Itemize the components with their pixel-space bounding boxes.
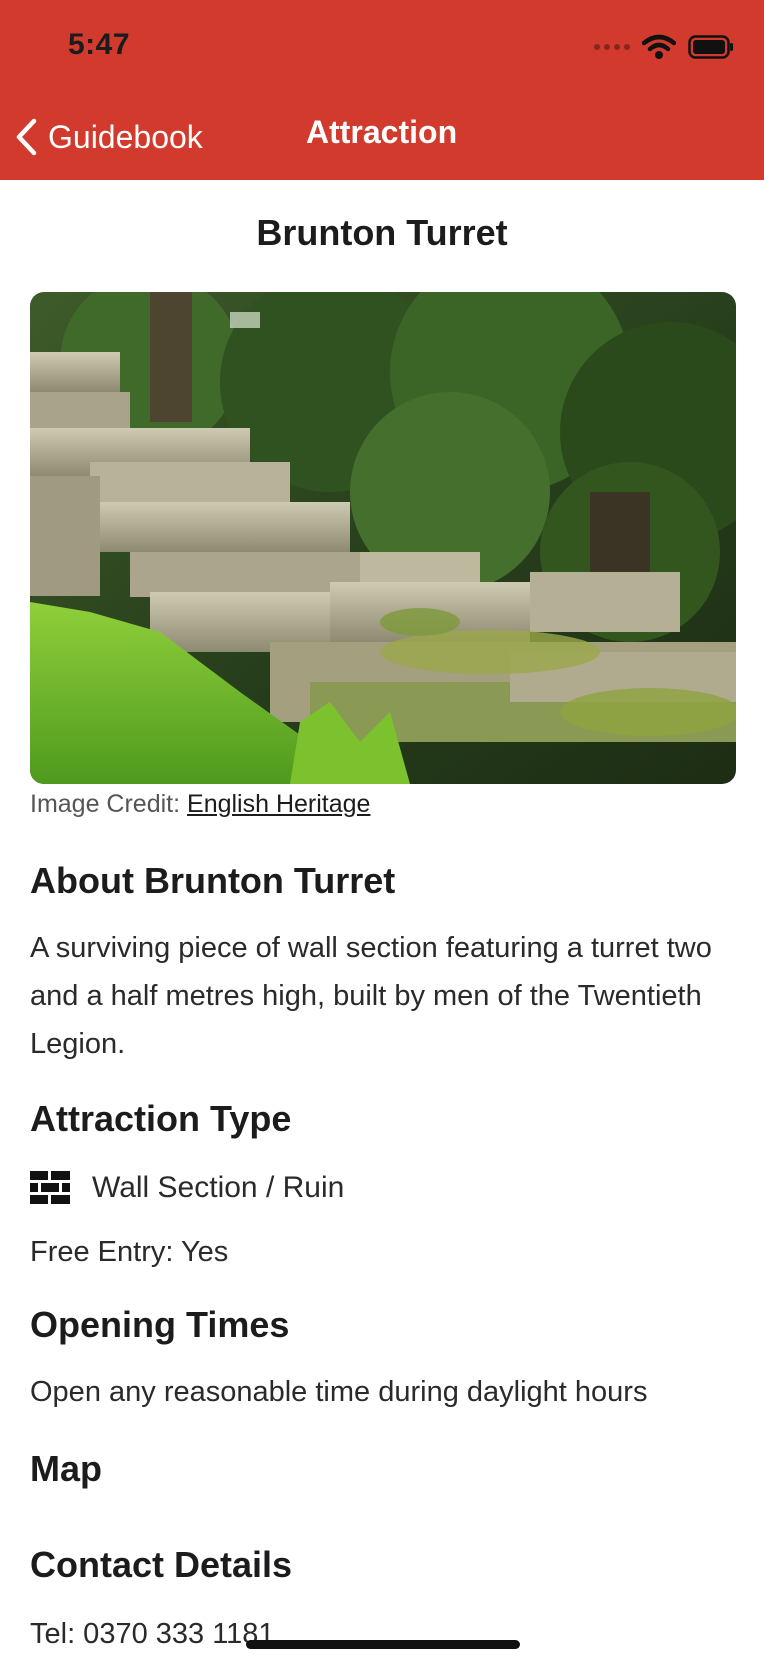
attraction-photo — [30, 292, 736, 784]
home-indicator — [246, 1640, 520, 1649]
image-credit-link[interactable]: English Heritage — [187, 790, 370, 818]
contact-phone[interactable]: Tel: 0370 333 1181 — [30, 1610, 734, 1658]
status-icons — [594, 34, 734, 60]
about-text: A surviving piece of wall section featur… — [30, 932, 712, 1060]
battery-icon — [688, 35, 733, 59]
page-title: Brunton Turret — [256, 212, 508, 253]
attraction-type-heading: Attraction Type — [30, 1098, 292, 1139]
opening-times-text: Open any reasonable time during daylight… — [30, 1376, 648, 1408]
ruin-photo-illustration — [30, 292, 736, 784]
signal-icon — [594, 44, 630, 50]
contact-heading: Contact Details — [30, 1544, 293, 1585]
back-button-label: Guidebook — [48, 118, 203, 155]
image-credit: Image Credit: English Heritage — [30, 790, 370, 819]
nav-title: Attraction — [306, 114, 458, 150]
image-credit-label: Image Credit: — [30, 790, 181, 818]
chevron-left-icon — [16, 118, 37, 156]
map-heading: Map — [30, 1448, 102, 1489]
opening-times-heading: Opening Times — [30, 1304, 290, 1345]
about-heading: About Brunton Turret — [30, 860, 396, 901]
brick-wall-icon — [30, 1171, 70, 1204]
app-header: 5:47 Guidebook Attraction — [0, 0, 764, 180]
attraction-type-label: Wall Section / Ruin — [92, 1171, 345, 1204]
back-button[interactable]: Guidebook — [14, 112, 203, 162]
free-entry-text: Free Entry: Yes — [30, 1236, 229, 1268]
wifi-icon — [642, 34, 676, 59]
status-time: 5:47 — [68, 28, 131, 61]
attraction-type-row: Wall Section / Ruin — [30, 1168, 344, 1208]
